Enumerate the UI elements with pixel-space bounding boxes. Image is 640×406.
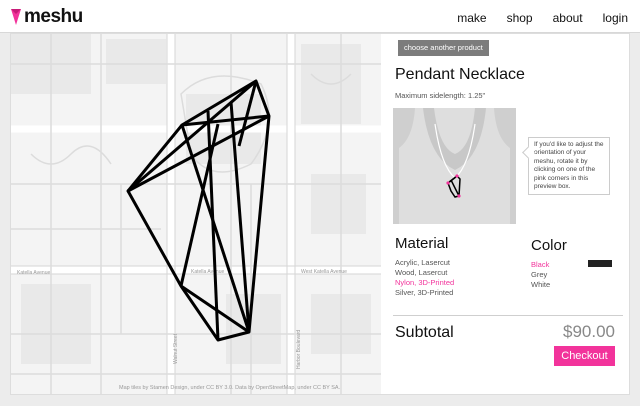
street-label: West Katella Avenue xyxy=(301,269,347,275)
color-heading: Color xyxy=(531,237,567,254)
top-bar: meshu make shop about login xyxy=(0,0,640,33)
nav-make[interactable]: make xyxy=(457,11,486,25)
checkout-button[interactable]: Checkout xyxy=(554,346,615,366)
color-swatch xyxy=(588,260,612,267)
color-option[interactable]: White xyxy=(531,280,550,290)
logo-gem-icon xyxy=(11,9,21,25)
street-label: Katella Avenue xyxy=(17,270,50,276)
subtotal-label: Subtotal xyxy=(395,324,454,341)
choose-another-product-button[interactable]: choose another product xyxy=(398,40,489,56)
material-heading: Material xyxy=(395,235,449,252)
rotate-tooltip: If you'd like to adjust the orientation … xyxy=(528,137,610,196)
nav-shop[interactable]: shop xyxy=(507,11,533,25)
map-panel[interactable]: Katella Avenue Katella Avenue West Katel… xyxy=(11,34,381,394)
nav-about[interactable]: about xyxy=(553,11,583,25)
street-label: Katella Avenue xyxy=(191,269,224,275)
main-nav: make shop about login xyxy=(437,11,628,25)
rotate-corner-handle[interactable] xyxy=(457,194,461,198)
street-label: Harbor Boulevard xyxy=(296,330,302,369)
rotate-corner-handle[interactable] xyxy=(446,181,450,185)
street-map: Katella Avenue Katella Avenue West Katel… xyxy=(11,34,381,394)
color-option[interactable]: Grey xyxy=(531,270,550,280)
color-option-selected[interactable]: Black xyxy=(531,260,550,270)
product-title: Pendant Necklace xyxy=(395,66,525,83)
material-option[interactable]: Wood, Lasercut xyxy=(395,268,454,278)
material-option-selected[interactable]: Nylon, 3D-Printed xyxy=(395,278,454,288)
material-options: Acrylic, Lasercut Wood, Lasercut Nylon, … xyxy=(395,258,454,298)
product-panel: choose another product Pendant Necklace … xyxy=(393,34,625,394)
divider xyxy=(393,315,623,316)
necklace-preview xyxy=(399,108,510,224)
map-attribution: Map tiles by Stamen Design, under CC BY … xyxy=(119,385,341,391)
nav-login[interactable]: login xyxy=(603,11,628,25)
product-subtitle: Maximum sidelength: 1.25" xyxy=(395,91,486,100)
street-label: Walnut Street xyxy=(173,333,179,364)
color-options: Black Grey White xyxy=(531,260,550,290)
material-option[interactable]: Acrylic, Lasercut xyxy=(395,258,454,268)
logo-text: meshu xyxy=(24,6,83,27)
logo[interactable]: meshu xyxy=(10,6,83,28)
material-option[interactable]: Silver, 3D-Printed xyxy=(395,288,454,298)
product-frame: Katella Avenue Katella Avenue West Katel… xyxy=(10,33,630,395)
subtotal-price: $90.00 xyxy=(563,322,615,341)
preview-box[interactable] xyxy=(393,108,516,224)
rotate-corner-handle[interactable] xyxy=(455,174,459,178)
